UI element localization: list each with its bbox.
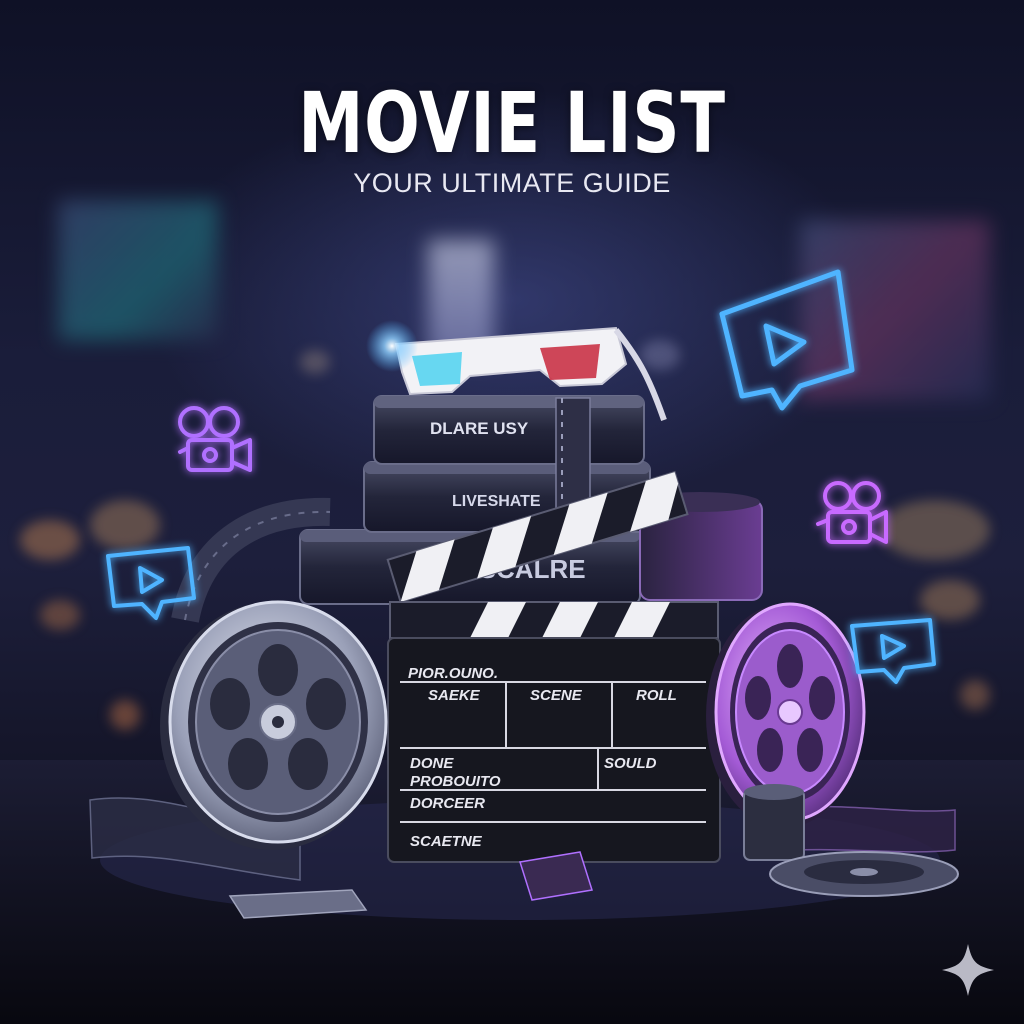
play-screen-icon <box>719 269 855 411</box>
poster-scene: MOVIE LIST YOUR ULTIMATE GUIDE SCALRE LI… <box>0 0 1024 1024</box>
slate-col-2: SCENE <box>530 687 583 704</box>
film-can-top-label: DLARE USY <box>430 419 529 438</box>
slate-row-director: DORCEER <box>410 795 485 812</box>
slate-col-1: SAEKE <box>428 687 481 704</box>
slate-col-3: ROLL <box>636 687 677 704</box>
slate-row-sould: SOULD <box>604 755 657 772</box>
slate-header: PIOR.OUNO. <box>408 665 498 682</box>
film-canister <box>743 784 805 861</box>
lens-flare <box>366 320 418 372</box>
movie-camera-icon <box>178 406 252 472</box>
movie-props-illustration: CAISE SCALRE LIVESHATE DLARE USY <box>0 269 1024 1024</box>
slate-row-scene: SCAETNE <box>410 833 483 850</box>
movie-camera-icon <box>816 481 888 544</box>
flat-film-reel <box>769 851 959 897</box>
slate-row-producer: PROBOUITO <box>410 773 501 790</box>
slate-row-done: DONE <box>410 755 454 772</box>
film-can-stack: CAISE SCALRE LIVESHATE DLARE USY <box>299 395 763 605</box>
film-can-middle-label: LIVESHATE <box>452 493 541 510</box>
play-screen-icon <box>850 618 936 684</box>
